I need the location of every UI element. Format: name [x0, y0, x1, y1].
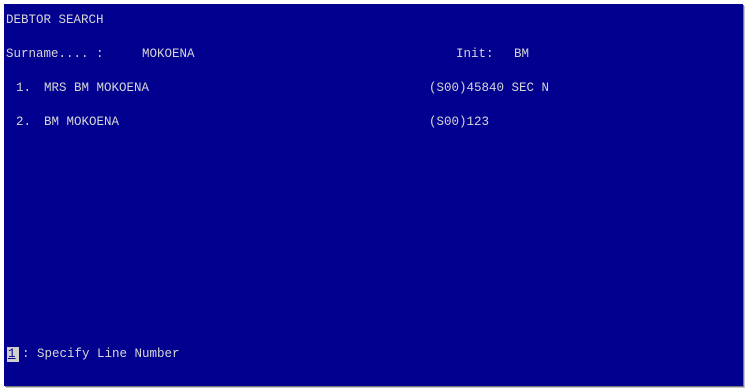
surname-label: Surname.... : [6, 47, 104, 61]
result-row-number: 2. [16, 115, 32, 129]
result-row[interactable]: 1. MRS BM MOKOENA (S00)45840 SEC N [4, 81, 743, 96]
surname-value: MOKOENA [142, 47, 195, 61]
terminal-screen: DEBTOR SEARCH Surname.... : MOKOENA Init… [4, 4, 743, 386]
initials-value: BM [514, 47, 530, 61]
initials-label: Init: [456, 47, 494, 61]
screen-title: DEBTOR SEARCH [6, 13, 104, 27]
result-row[interactable]: 2. BM MOKOENA (S00)123 [4, 115, 743, 130]
line-number-input[interactable]: 1 [7, 347, 19, 362]
result-row-name: MRS BM MOKOENA [44, 81, 150, 95]
result-row-reference: (S00)45840 SEC N [429, 81, 550, 95]
line-number-prompt-label: : Specify Line Number [22, 347, 180, 361]
result-row-name: BM MOKOENA [44, 115, 120, 129]
result-row-reference: (S00)123 [429, 115, 490, 129]
result-row-number: 1. [16, 81, 32, 95]
